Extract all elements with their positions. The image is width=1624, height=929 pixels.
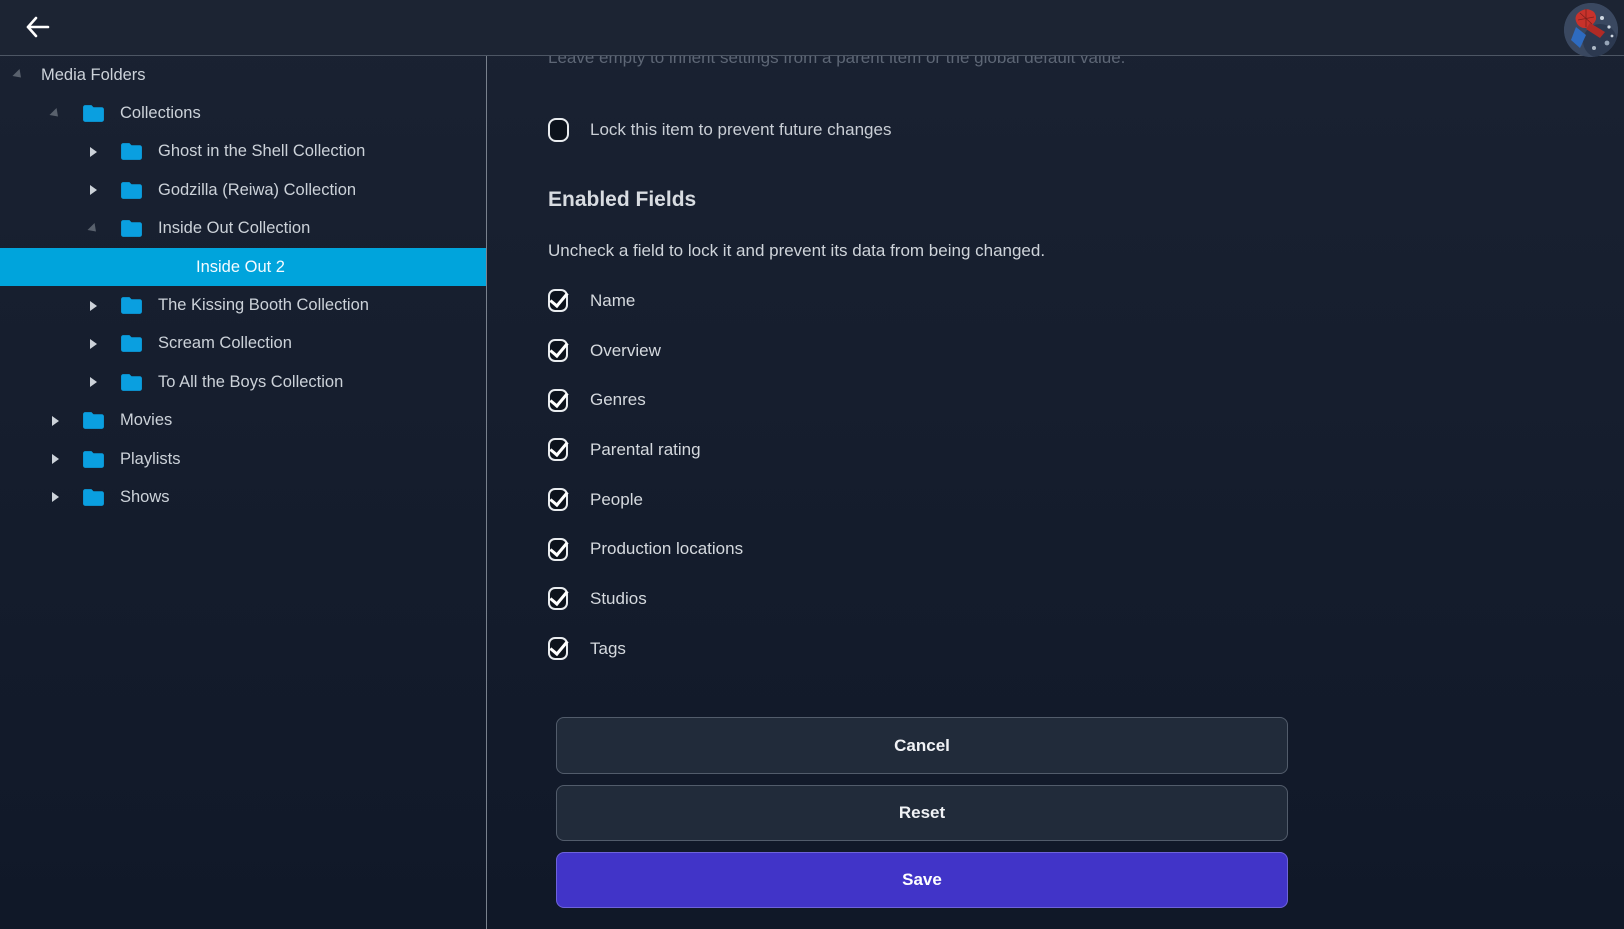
cancel-button[interactable]: Cancel	[556, 717, 1288, 774]
lock-item-checkbox[interactable]	[548, 118, 569, 142]
tree-item-kissing-booth[interactable]: The Kissing Booth Collection	[0, 286, 486, 324]
folder-icon	[119, 216, 144, 241]
caret-collapsed-icon[interactable]	[90, 301, 97, 311]
field-label: Tags	[590, 639, 626, 659]
folder-icon	[81, 485, 106, 510]
tree-item-playlists[interactable]: Playlists	[0, 440, 486, 478]
folder-icon	[119, 178, 144, 203]
arrow-left-icon	[23, 14, 53, 40]
folder-icon	[81, 447, 106, 472]
tree-item-ghost-in-the-shell[interactable]: Ghost in the Shell Collection	[0, 133, 486, 171]
user-avatar-image	[1564, 3, 1618, 57]
tree-item-label: Collections	[120, 104, 201, 123]
field-row-tags[interactable]: Tags	[548, 624, 743, 674]
field-checkbox[interactable]	[548, 389, 568, 412]
field-row-production-locations[interactable]: Production locations	[548, 524, 743, 574]
caret-collapsed-icon[interactable]	[90, 339, 97, 349]
field-checkbox[interactable]	[548, 488, 568, 511]
field-row-name[interactable]: Name	[548, 276, 743, 326]
tree-item-inside-out-collection[interactable]: Inside Out Collection	[0, 210, 486, 248]
field-checkbox[interactable]	[548, 637, 568, 660]
field-row-genres[interactable]: Genres	[548, 375, 743, 425]
field-checkbox[interactable]	[548, 587, 568, 610]
tree-item-label: Playlists	[120, 450, 181, 469]
caret-expanded-icon[interactable]	[12, 69, 24, 81]
tree-item-movies[interactable]: Movies	[0, 402, 486, 440]
folder-icon	[81, 408, 106, 433]
field-label: Production locations	[590, 539, 743, 559]
tree-item-label: Inside Out 2	[196, 258, 285, 277]
save-button[interactable]: Save	[556, 852, 1288, 908]
enabled-fields-list: Name Overview Genres Parental rating Peo…	[548, 276, 743, 674]
field-row-parental-rating[interactable]: Parental rating	[548, 425, 743, 475]
lock-item-label: Lock this item to prevent future changes	[590, 120, 891, 140]
metadata-editor-screen: Leave empty to inherit settings from a p…	[0, 0, 1624, 929]
back-button[interactable]	[20, 11, 56, 45]
field-checkbox[interactable]	[548, 538, 568, 561]
field-row-overview[interactable]: Overview	[548, 326, 743, 376]
tree-item-to-all-the-boys[interactable]: To All the Boys Collection	[0, 363, 486, 401]
folder-icon	[119, 370, 144, 395]
field-label: Studios	[590, 589, 647, 609]
caret-expanded-icon[interactable]	[49, 108, 61, 120]
caret-collapsed-icon[interactable]	[90, 377, 97, 387]
field-label: Name	[590, 291, 635, 311]
folder-icon	[119, 293, 144, 318]
caret-collapsed-icon[interactable]	[52, 492, 59, 502]
folder-icon	[119, 139, 144, 164]
top-bar	[0, 0, 1624, 56]
tree-item-label: Ghost in the Shell Collection	[158, 142, 365, 161]
caret-collapsed-icon[interactable]	[52, 416, 59, 426]
folder-icon	[81, 101, 106, 126]
tree-item-label: Scream Collection	[158, 334, 292, 353]
field-row-studios[interactable]: Studios	[548, 574, 743, 624]
media-folders-tree: Media Folders Collections Ghost in the S…	[0, 56, 487, 929]
caret-collapsed-icon[interactable]	[52, 454, 59, 464]
field-label: Genres	[590, 390, 646, 410]
field-label: Parental rating	[590, 440, 701, 460]
tree-item-label: The Kissing Booth Collection	[158, 296, 369, 315]
tree-item-label: To All the Boys Collection	[158, 373, 343, 392]
field-label: Overview	[590, 341, 661, 361]
tree-item-godzilla-reiwa[interactable]: Godzilla (Reiwa) Collection	[0, 171, 486, 209]
tree-item-inside-out-2-selected[interactable]: Inside Out 2	[0, 248, 486, 286]
field-checkbox[interactable]	[548, 289, 568, 312]
tree-item-media-folders[interactable]: Media Folders	[0, 56, 486, 94]
field-row-people[interactable]: People	[548, 475, 743, 525]
caret-expanded-icon[interactable]	[87, 223, 99, 235]
tree-item-label: Inside Out Collection	[158, 219, 310, 238]
tree-item-label: Media Folders	[41, 66, 146, 85]
reset-button[interactable]: Reset	[556, 785, 1288, 841]
enabled-fields-description: Uncheck a field to lock it and prevent i…	[548, 241, 1045, 261]
field-label: People	[590, 490, 643, 510]
tree-item-shows[interactable]: Shows	[0, 478, 486, 516]
enabled-fields-title: Enabled Fields	[548, 188, 696, 212]
field-checkbox[interactable]	[548, 438, 568, 461]
tree-item-scream[interactable]: Scream Collection	[0, 325, 486, 363]
folder-icon	[119, 331, 144, 356]
lock-item-row[interactable]: Lock this item to prevent future changes	[548, 118, 891, 142]
tree-item-label: Shows	[120, 488, 170, 507]
caret-collapsed-icon[interactable]	[90, 185, 97, 195]
user-avatar[interactable]	[1564, 3, 1618, 57]
tree-item-label: Godzilla (Reiwa) Collection	[158, 181, 356, 200]
tree-item-label: Movies	[120, 411, 172, 430]
tree-item-collections[interactable]: Collections	[0, 94, 486, 132]
field-checkbox[interactable]	[548, 339, 568, 362]
caret-collapsed-icon[interactable]	[90, 147, 97, 157]
